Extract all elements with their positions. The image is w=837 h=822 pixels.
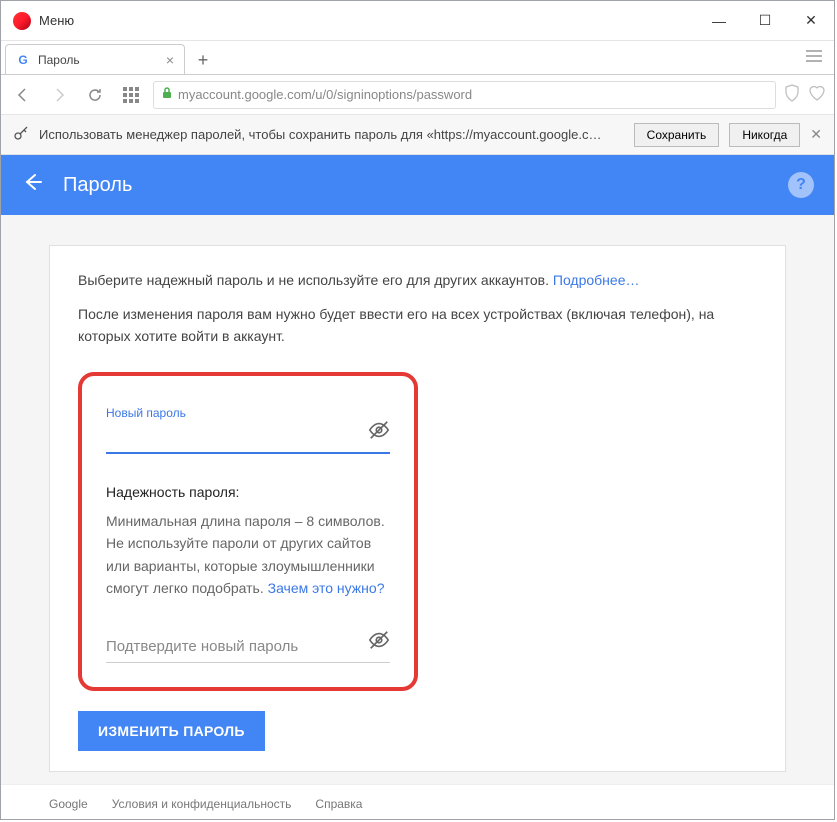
url-input[interactable]: myaccount.google.com/u/0/signinoptions/p… <box>153 81 776 109</box>
why-link[interactable]: Зачем это нужно? <box>268 580 385 596</box>
opera-logo-icon <box>13 12 31 30</box>
speed-dial-button[interactable] <box>117 81 145 109</box>
browser-tab[interactable]: G Пароль × <box>5 44 185 74</box>
tab-title: Пароль <box>38 53 80 67</box>
menu-button[interactable]: Меню <box>39 13 74 28</box>
confirm-password-input[interactable] <box>106 629 390 663</box>
tab-menu-icon[interactable] <box>806 49 822 67</box>
reload-button[interactable] <box>81 81 109 109</box>
intro-text-2: После изменения пароля вам нужно будет в… <box>78 303 757 348</box>
header-back-arrow-icon[interactable] <box>21 171 43 199</box>
toggle-visibility-icon[interactable] <box>368 419 390 446</box>
intro-text-1: Выберите надежный пароль и не используйт… <box>78 270 757 291</box>
content-area: Выберите надежный пароль и не используйт… <box>1 215 834 819</box>
browser-window: Меню — ☐ ✕ G Пароль × + <box>0 0 835 820</box>
new-password-label: Новый пароль <box>106 406 390 420</box>
new-password-field-group: Новый пароль <box>106 406 390 454</box>
heart-icon[interactable] <box>808 85 826 105</box>
change-password-button[interactable]: ИЗМЕНИТЬ ПАРОЛЬ <box>78 711 265 751</box>
close-tab-icon[interactable]: × <box>166 52 174 68</box>
footer-privacy-link[interactable]: Условия и конфиденциальность <box>112 797 292 811</box>
new-tab-button[interactable]: + <box>189 46 217 74</box>
password-save-bar: Использовать менеджер паролей, чтобы сох… <box>1 115 834 155</box>
url-text: myaccount.google.com/u/0/signinoptions/p… <box>178 87 472 102</box>
minimize-button[interactable]: — <box>696 1 742 41</box>
new-password-input[interactable] <box>106 420 390 454</box>
password-form-highlight: Новый пароль Надежность пароля: Минималь… <box>78 372 418 692</box>
password-card: Выберите надежный пароль и не используйт… <box>49 245 786 772</box>
title-bar: Меню — ☐ ✕ <box>1 1 834 41</box>
forward-button[interactable] <box>45 81 73 109</box>
back-button[interactable] <box>9 81 37 109</box>
shield-icon[interactable] <box>784 84 800 106</box>
footer: Google Условия и конфиденциальность Спра… <box>1 784 834 819</box>
toggle-visibility-icon[interactable] <box>368 629 390 656</box>
footer-help-link[interactable]: Справка <box>315 797 362 811</box>
key-icon <box>13 125 29 144</box>
save-bar-text: Использовать менеджер паролей, чтобы сох… <box>39 127 624 142</box>
app-header: Пароль ? <box>1 155 834 215</box>
save-password-button[interactable]: Сохранить <box>634 123 720 147</box>
strength-title: Надежность пароля: <box>106 484 390 500</box>
address-bar: myaccount.google.com/u/0/signinoptions/p… <box>1 75 834 115</box>
google-favicon-icon: G <box>16 53 30 67</box>
page-title: Пароль <box>63 174 132 197</box>
maximize-button[interactable]: ☐ <box>742 1 788 41</box>
strength-text: Минимальная длина пароля – 8 символов. Н… <box>106 510 390 600</box>
never-save-button[interactable]: Никогда <box>729 123 800 147</box>
close-bar-icon[interactable]: ✕ <box>810 126 822 143</box>
lock-icon <box>162 87 172 102</box>
tab-bar: G Пароль × + <box>1 41 834 75</box>
window-controls: — ☐ ✕ <box>696 1 834 41</box>
learn-more-link[interactable]: Подробнее… <box>553 272 640 288</box>
footer-google-link[interactable]: Google <box>49 797 88 811</box>
help-icon[interactable]: ? <box>788 172 814 198</box>
close-window-button[interactable]: ✕ <box>788 1 834 41</box>
confirm-password-field-group: Подтвердите новый пароль <box>106 629 390 663</box>
